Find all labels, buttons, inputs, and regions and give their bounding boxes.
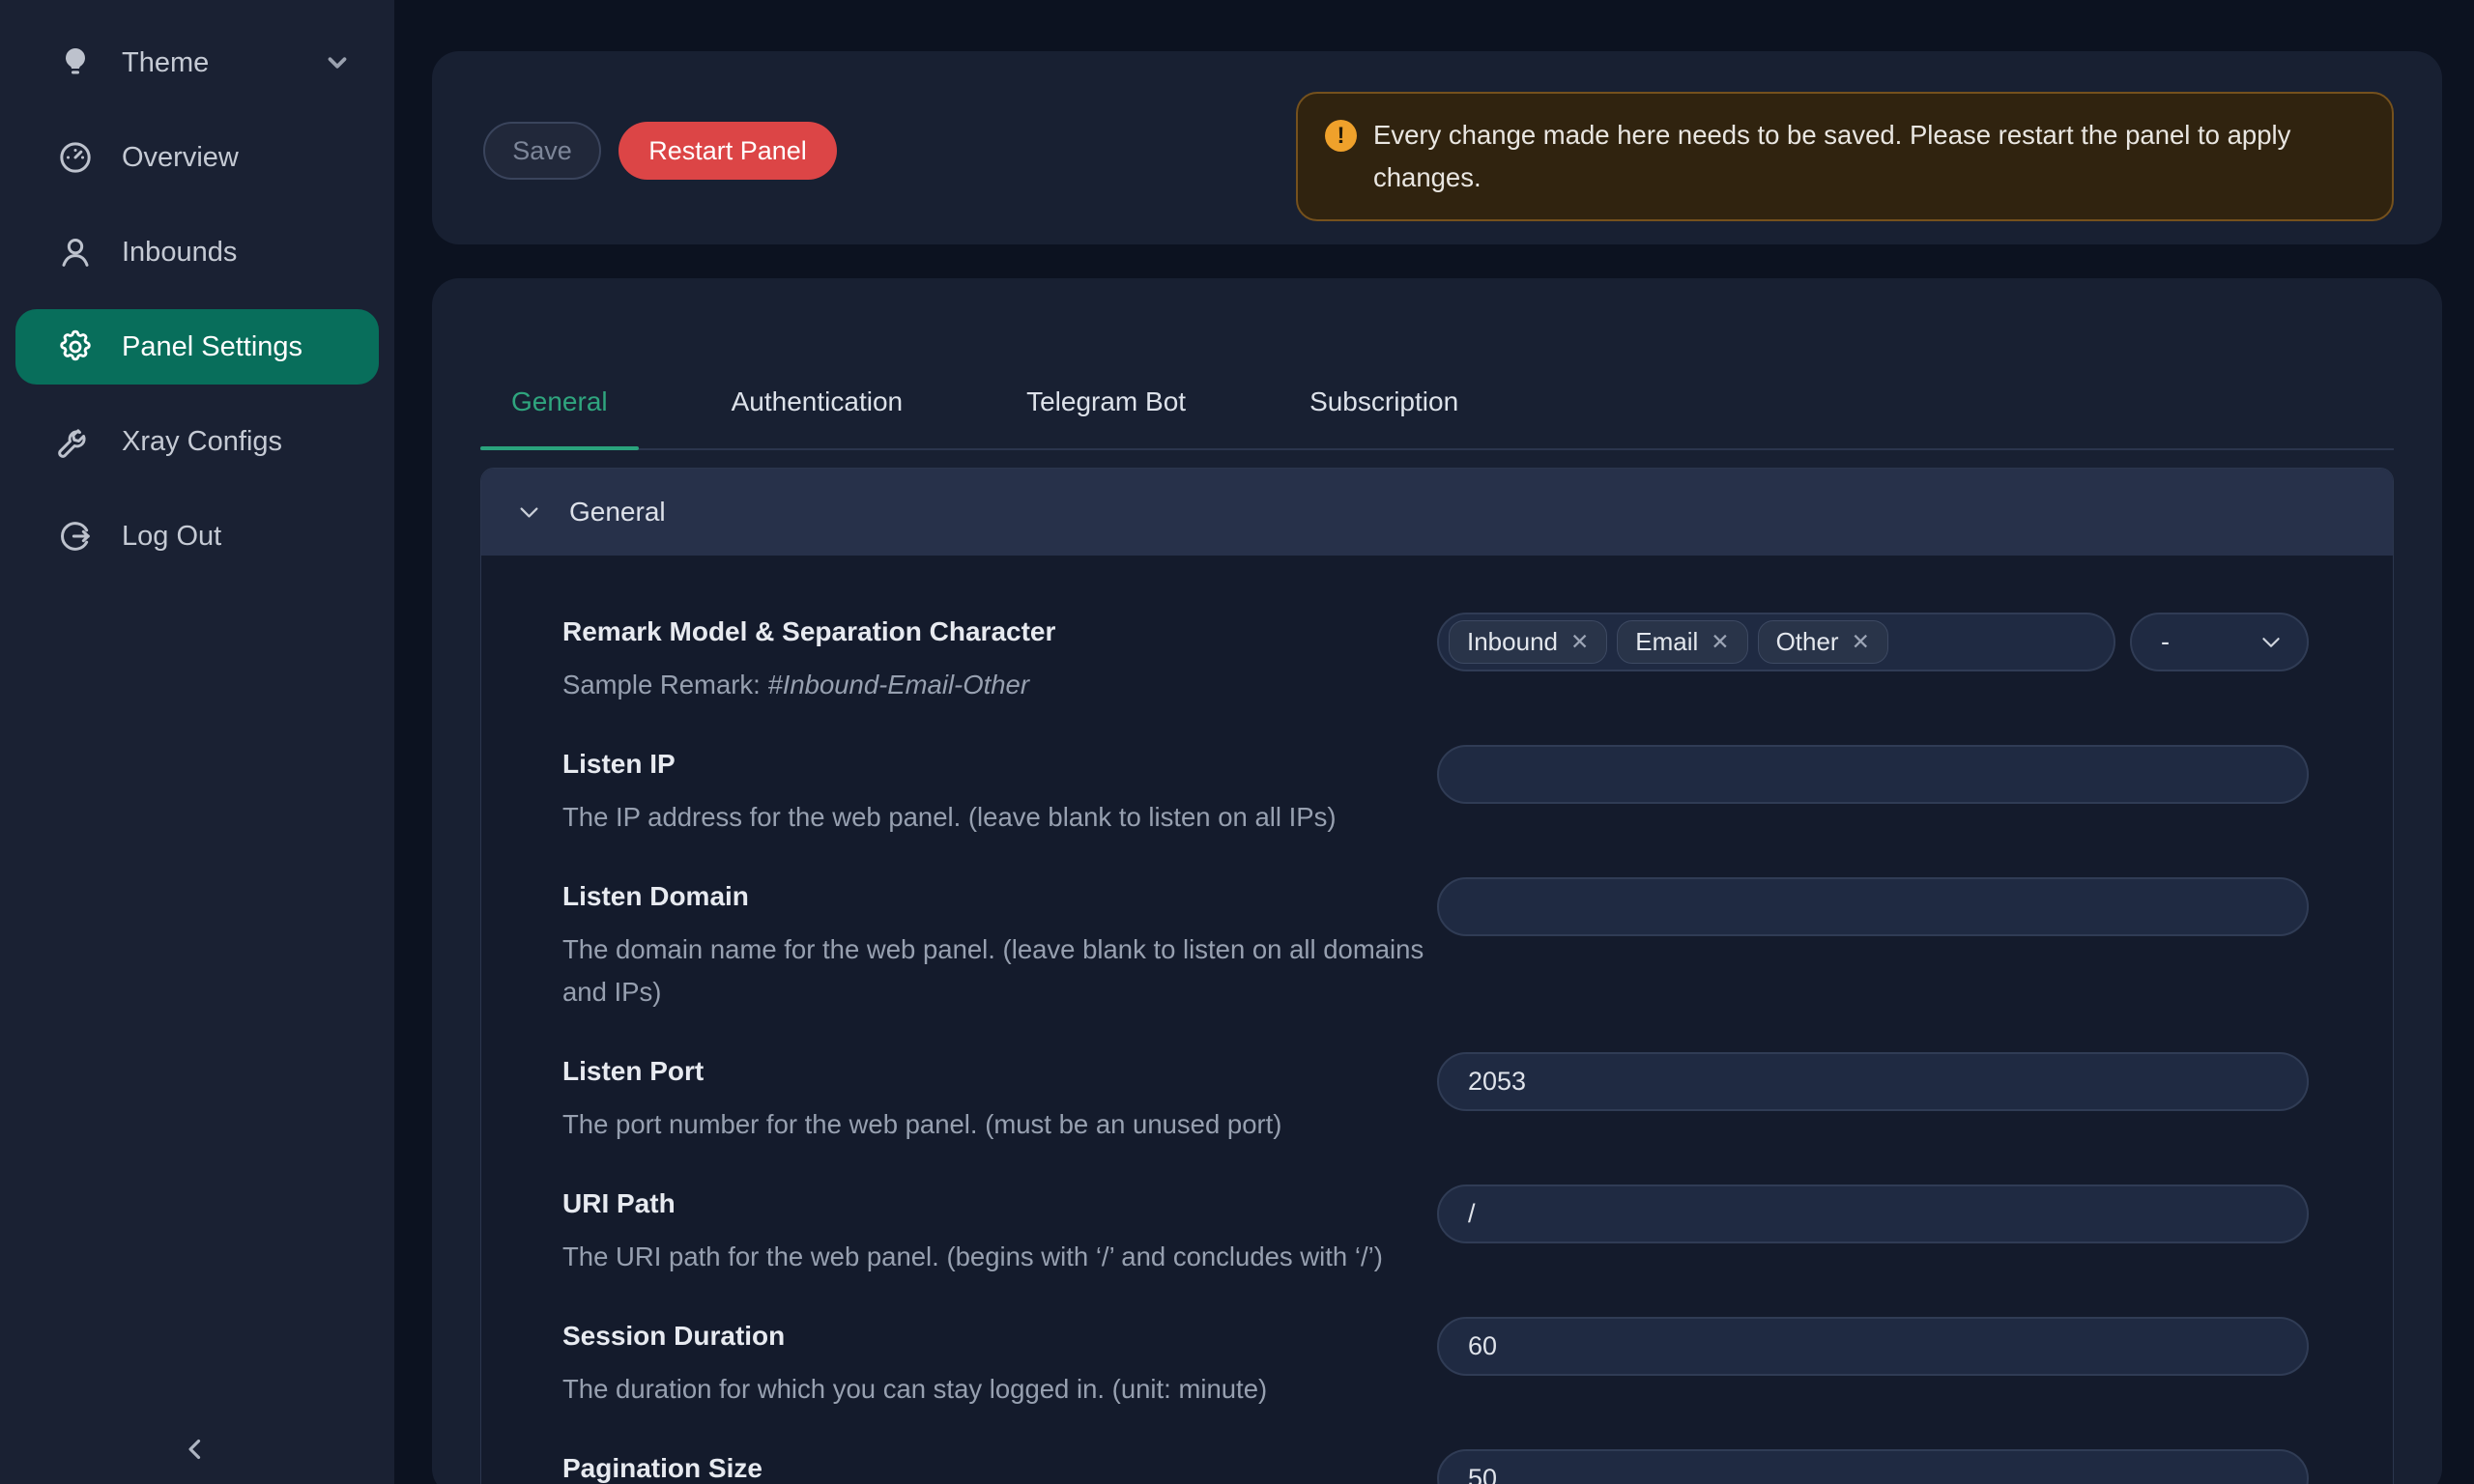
wrench-icon xyxy=(54,420,97,463)
uri-path-input[interactable] xyxy=(1437,1184,2309,1243)
chevron-down-icon xyxy=(323,48,352,77)
field-description: The IP address for the web panel. (leave… xyxy=(562,796,1337,839)
sidebar-item-label: Log Out xyxy=(122,521,221,553)
chevron-left-icon xyxy=(179,1433,212,1466)
sidebar-item-xray-configs[interactable]: Xray Configs xyxy=(15,404,379,479)
form-row-pagination-size: Pagination Size xyxy=(562,1449,2309,1484)
tab-general[interactable]: General xyxy=(480,383,639,448)
chevron-down-icon xyxy=(516,499,542,526)
field-label: Remark Model & Separation Character xyxy=(562,613,1055,651)
sidebar-collapse-button[interactable] xyxy=(172,1426,218,1472)
chevron-down-icon xyxy=(2258,630,2284,655)
toolbar-card: Save Restart Panel ! Every change made h… xyxy=(432,51,2442,244)
form-row-session-duration: Session Duration The duration for which … xyxy=(562,1317,2309,1411)
form-row-listen-port: Listen Port The port number for the web … xyxy=(562,1052,2309,1146)
tab-subscription[interactable]: Subscription xyxy=(1279,383,1489,448)
sidebar-item-label: Xray Configs xyxy=(122,426,282,458)
sidebar-item-logout[interactable]: Log Out xyxy=(15,499,379,574)
general-collapse-panel: General Remark Model & Separation Charac… xyxy=(480,468,2394,1484)
separator-select-value: - xyxy=(2161,627,2170,657)
field-description: The duration for which you can stay logg… xyxy=(562,1368,1267,1411)
sidebar-item-label: Panel Settings xyxy=(122,331,302,363)
gear-icon xyxy=(54,326,97,368)
form-row-uri-path: URI Path The URI path for the web panel.… xyxy=(562,1184,2309,1278)
gauge-icon xyxy=(54,136,97,179)
sidebar-item-theme[interactable]: Theme xyxy=(15,25,379,100)
sample-remark-value: #Inbound-Email-Other xyxy=(767,670,1029,699)
session-duration-input[interactable] xyxy=(1437,1317,2309,1376)
settings-card: General Authentication Telegram Bot Subs… xyxy=(432,278,2442,1484)
field-description: The domain name for the web panel. (leav… xyxy=(562,928,1432,1013)
field-description: Sample Remark: #Inbound-Email-Other xyxy=(562,664,1055,706)
remark-model-multiselect[interactable]: Inbound ✕ Email ✕ Other ✕ xyxy=(1437,613,2115,671)
field-label: Listen Domain xyxy=(562,877,1432,916)
tag-remove-icon[interactable]: ✕ xyxy=(1711,631,1729,653)
listen-port-input[interactable] xyxy=(1437,1052,2309,1111)
warning-alert: ! Every change made here needs to be sav… xyxy=(1296,92,2394,221)
restart-panel-button[interactable]: Restart Panel xyxy=(618,122,837,180)
tag-remove-icon[interactable]: ✕ xyxy=(1570,631,1589,653)
listen-ip-input[interactable] xyxy=(1437,745,2309,804)
settings-tabs: General Authentication Telegram Bot Subs… xyxy=(480,383,2394,450)
sidebar-item-label: Inbounds xyxy=(122,237,237,269)
user-icon xyxy=(54,231,97,273)
field-description: The URI path for the web panel. (begins … xyxy=(562,1236,1383,1278)
tab-authentication[interactable]: Authentication xyxy=(701,383,934,448)
sidebar-item-inbounds[interactable]: Inbounds xyxy=(15,214,379,290)
tag-email: Email ✕ xyxy=(1617,620,1747,664)
form-row-listen-domain: Listen Domain The domain name for the we… xyxy=(562,877,2309,1013)
sidebar: Theme Overview Inbounds xyxy=(0,0,394,1484)
tag-inbound: Inbound ✕ xyxy=(1449,620,1607,664)
sidebar-item-label: Theme xyxy=(122,47,209,79)
form-row-remark-model: Remark Model & Separation Character Samp… xyxy=(562,613,2309,706)
general-form: Remark Model & Separation Character Samp… xyxy=(481,556,2393,1484)
warning-icon: ! xyxy=(1325,120,1357,152)
sidebar-item-overview[interactable]: Overview xyxy=(15,120,379,195)
field-label: Session Duration xyxy=(562,1317,1267,1356)
listen-domain-input[interactable] xyxy=(1437,877,2309,936)
form-row-listen-ip: Listen IP The IP address for the web pan… xyxy=(562,745,2309,839)
save-button[interactable]: Save xyxy=(483,122,601,180)
sidebar-item-label: Overview xyxy=(122,142,239,174)
bulb-icon xyxy=(54,42,97,84)
pagination-size-input[interactable] xyxy=(1437,1449,2309,1484)
field-description: The port number for the web panel. (must… xyxy=(562,1103,1281,1146)
field-label: Listen Port xyxy=(562,1052,1281,1091)
general-collapse-header[interactable]: General xyxy=(481,469,2393,556)
sidebar-item-panel-settings[interactable]: Panel Settings xyxy=(15,309,379,385)
section-title: General xyxy=(569,497,666,528)
logout-icon xyxy=(54,515,97,557)
field-label: Listen IP xyxy=(562,745,1337,784)
warning-alert-text: Every change made here needs to be saved… xyxy=(1373,114,2359,199)
field-label: Pagination Size xyxy=(562,1449,762,1484)
tag-remove-icon[interactable]: ✕ xyxy=(1852,631,1870,653)
separator-select[interactable]: - xyxy=(2130,613,2309,671)
tag-other: Other ✕ xyxy=(1758,620,1888,664)
field-label: URI Path xyxy=(562,1184,1383,1223)
tab-telegram-bot[interactable]: Telegram Bot xyxy=(995,383,1217,448)
